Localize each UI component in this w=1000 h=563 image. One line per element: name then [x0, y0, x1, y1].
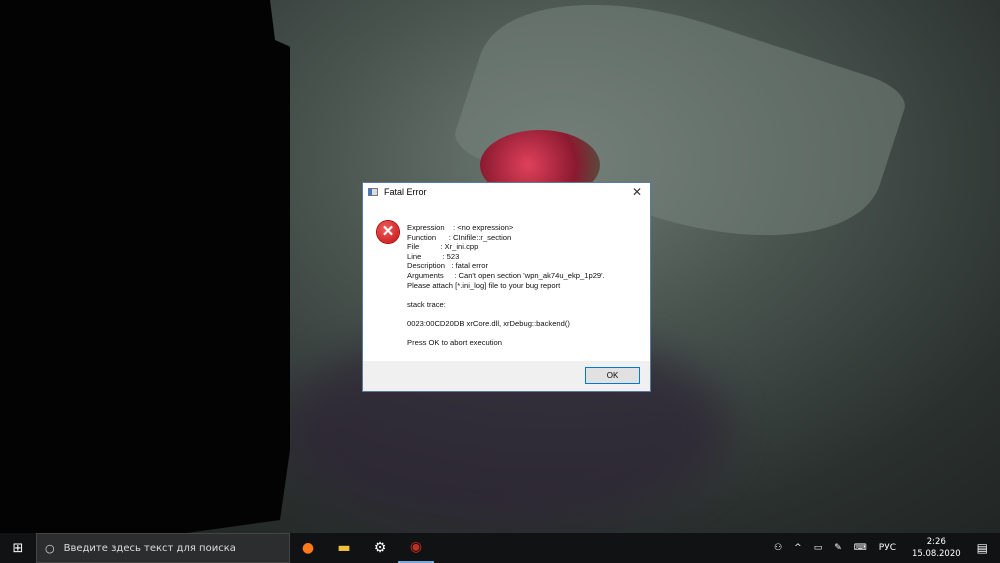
message-line	[407, 290, 605, 300]
network-icon[interactable]: ▭	[814, 543, 823, 553]
error-message: Expression : <no expression> Function : C…	[407, 223, 605, 348]
search-icon: ○	[45, 541, 55, 555]
message-line	[407, 309, 605, 319]
message-line	[407, 329, 605, 339]
dialog-title: Fatal Error	[384, 187, 427, 197]
clock-date: 15.08.2020	[911, 549, 961, 559]
pen-icon[interactable]: ✎	[834, 543, 842, 553]
message-line: Press OK to abort execution	[407, 338, 502, 348]
keyboard-icon[interactable]: ⌨	[854, 543, 867, 553]
language-indicator[interactable]: РУС	[879, 543, 896, 553]
people-icon[interactable]: ⚇	[774, 543, 782, 553]
ok-button[interactable]: OK	[585, 367, 640, 384]
message-line: Please attach [*.ini_log] file to your b…	[407, 280, 561, 290]
chevron-up-icon[interactable]: ^	[794, 543, 802, 553]
search-placeholder: Введите здесь текст для поиска	[63, 542, 236, 554]
file-explorer-icon: ▬	[337, 540, 351, 556]
notification-icon[interactable]: ▤	[977, 541, 988, 555]
system-tray: ⚇ ^ ▭ ✎ ⌨ РУС 2:26 15.08.2020 ▤	[768, 533, 1000, 563]
firefox-icon: ●	[301, 540, 315, 556]
fatal-error-dialog: Fatal Error ✕ ✕ Expression : <no express…	[362, 182, 651, 392]
button-bar: OK	[363, 361, 650, 391]
file-explorer-button[interactable]: ▬	[326, 533, 362, 563]
message-line: stack trace:	[407, 299, 446, 309]
windows-icon: ⊞	[12, 540, 24, 556]
message-line: File : Xr_ini.cpp	[407, 242, 479, 252]
close-button[interactable]: ✕	[632, 185, 642, 199]
settings-button[interactable]: ⚙	[362, 533, 398, 563]
game-icon: ◉	[409, 539, 423, 555]
taskbar: ⊞ ○ Введите здесь текст для поиска ● ▬ ⚙…	[0, 533, 1000, 563]
firefox-button[interactable]: ●	[290, 533, 326, 563]
message-line: Line : 523	[407, 251, 460, 261]
game-button[interactable]: ◉	[398, 533, 434, 563]
message-line: Description : fatal error	[407, 261, 489, 271]
clock-time: 2:26	[926, 537, 946, 547]
app-icon	[368, 188, 378, 196]
clock[interactable]: 2:26 15.08.2020	[912, 536, 961, 560]
dialog-titlebar[interactable]: Fatal Error	[363, 183, 650, 201]
start-button[interactable]: ⊞	[0, 533, 36, 563]
search-box[interactable]: ○ Введите здесь текст для поиска	[36, 533, 290, 563]
redacted-area	[0, 0, 290, 540]
settings-icon: ⚙	[373, 540, 387, 556]
message-line: 0023:00CD20DB xrCore.dll, xrDebug::backe…	[407, 318, 570, 328]
error-icon: ✕	[377, 221, 399, 243]
message-line: Expression : <no expression>	[407, 223, 514, 232]
message-line: Function : CInifile::r_section	[407, 232, 512, 242]
message-line: Arguments : Can't open section 'wpn_ak74…	[407, 270, 605, 280]
